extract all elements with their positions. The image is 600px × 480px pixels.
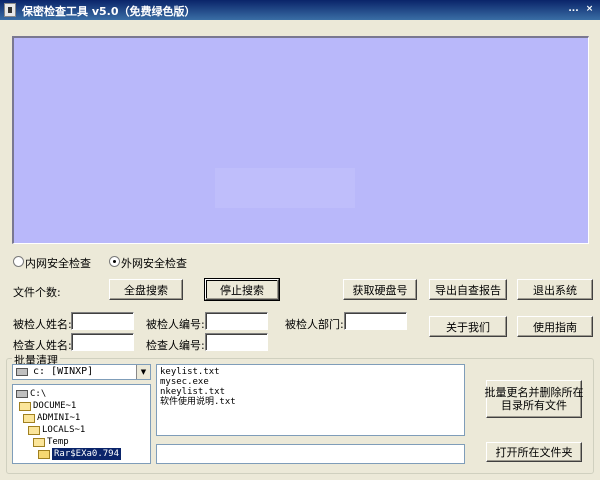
window-title: 保密检查工具 v5.0（免费绿色版） <box>22 5 196 18</box>
inspectee-name-input[interactable] <box>71 312 134 330</box>
stop-search-button[interactable]: 停止搜索 <box>204 278 280 301</box>
about-button[interactable]: 关于我们 <box>429 316 507 337</box>
inspectee-dept-input[interactable] <box>344 312 407 330</box>
intranet-check-label[interactable]: 内网安全检查 <box>25 255 91 271</box>
results-panel-highlight <box>215 168 355 208</box>
open-folder-button[interactable]: 打开所在文件夹 <box>486 442 582 462</box>
exit-button[interactable]: 退出系统 <box>517 279 593 300</box>
inspector-id-input[interactable] <box>205 333 268 351</box>
intranet-check-radio[interactable] <box>13 256 24 267</box>
guide-button[interactable]: 使用指南 <box>517 316 593 337</box>
search-results-panel[interactable] <box>12 36 589 244</box>
list-item[interactable]: 软件使用说明.txt <box>160 397 461 407</box>
drive-icon <box>16 390 28 398</box>
folder-open-icon <box>23 414 35 423</box>
rename-delete-button-label: 批量更名并删除所在 目录所有文件 <box>484 386 584 412</box>
inspector-id-label: 检查人编号: <box>146 339 205 352</box>
file-count-label: 文件个数: <box>13 286 61 299</box>
directory-tree[interactable]: C:\ DOCUME~1 ADMINI~1 LOCALS~1 Temp Rar$… <box>12 384 151 464</box>
title-bar: 保密检查工具 v5.0（免费绿色版） ... × <box>0 0 600 20</box>
inspectee-id-label: 被检人编号: <box>146 318 205 331</box>
internet-check-radio[interactable] <box>109 256 120 267</box>
rename-delete-button[interactable]: 批量更名并删除所在 目录所有文件 <box>484 380 584 418</box>
list-item[interactable]: keylist.txt <box>160 367 461 377</box>
internet-check-label[interactable]: 外网安全检查 <box>121 255 187 271</box>
folder-icon <box>38 450 50 459</box>
inspector-name-label: 检查人姓名: <box>13 339 72 352</box>
folder-open-icon <box>28 426 40 435</box>
drive-select-value: c: [WINXP] <box>33 366 94 377</box>
inspectee-id-input[interactable] <box>205 312 268 330</box>
inspectee-name-label: 被检人姓名: <box>13 318 72 331</box>
list-item[interactable]: mysec.exe <box>160 377 461 387</box>
list-item[interactable]: nkeylist.txt <box>160 387 461 397</box>
get-disk-id-button[interactable]: 获取硬盘号 <box>343 279 417 300</box>
folder-open-icon <box>19 402 31 411</box>
path-input[interactable] <box>156 444 465 464</box>
folder-open-icon <box>33 438 45 447</box>
inspector-name-input[interactable] <box>71 333 134 351</box>
close-button[interactable]: × <box>584 4 595 15</box>
full-search-button[interactable]: 全盘搜索 <box>109 279 183 300</box>
export-report-button[interactable]: 导出自查报告 <box>429 279 507 300</box>
app-icon[interactable] <box>4 3 16 17</box>
inspectee-dept-label: 被检人部门: <box>285 318 344 331</box>
minimize-button[interactable]: ... <box>568 4 579 15</box>
chevron-down-icon[interactable]: ▼ <box>136 365 150 379</box>
drive-icon <box>16 368 28 376</box>
drive-select[interactable]: c: [WINXP] ▼ <box>12 364 151 380</box>
file-list[interactable]: keylist.txt mysec.exe nkeylist.txt 软件使用说… <box>156 364 465 436</box>
